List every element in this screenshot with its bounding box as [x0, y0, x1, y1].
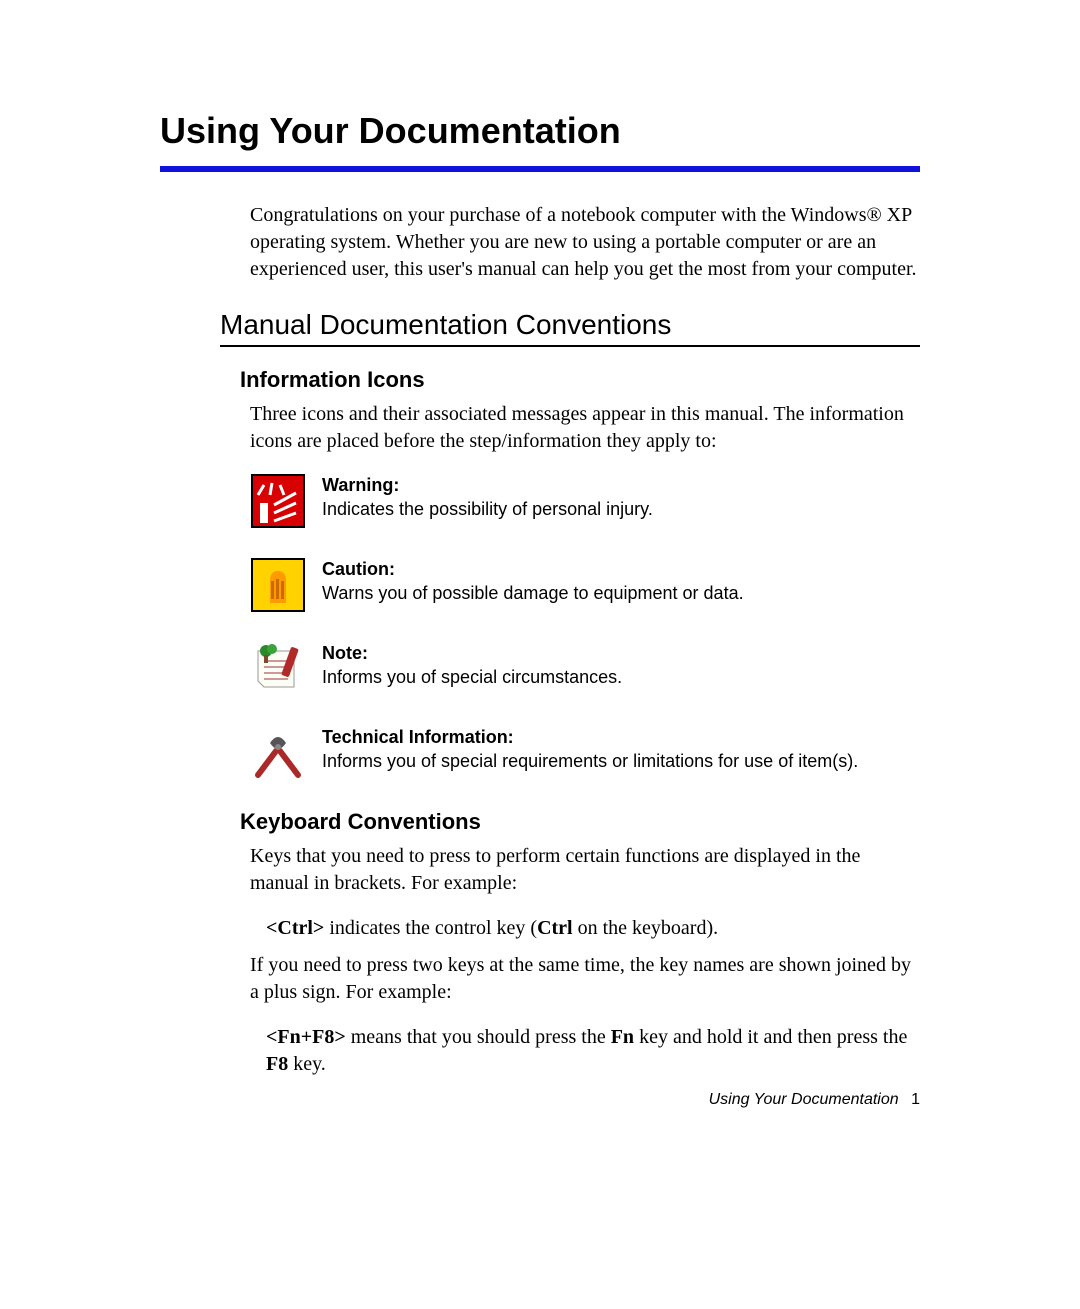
ex2-c: key and hold it and then press the — [634, 1026, 907, 1048]
warning-icon — [250, 473, 306, 529]
subsection-info-icons: Information Icons Three icons and their … — [240, 367, 920, 781]
section-title: Manual Documentation Conventions — [220, 309, 920, 341]
caution-text: Caution: Warns you of possible damage to… — [322, 557, 744, 606]
ex1-mid: indicates the control key ( — [324, 917, 537, 939]
page-footer: Using Your Documentation 1 — [709, 1091, 920, 1109]
ex1-bold: Ctrl — [537, 917, 573, 939]
note-desc: Informs you of special circumstances. — [322, 667, 622, 687]
subsection-keyboard: Keyboard Conventions Keys that you need … — [240, 809, 920, 1078]
ex2-d: F8 — [266, 1053, 288, 1075]
page: Using Your Documentation Congratulations… — [0, 0, 1080, 1309]
note-icon — [250, 641, 306, 697]
running-head: Using Your Documentation — [709, 1091, 899, 1108]
technical-icon — [250, 725, 306, 781]
section-conventions: Manual Documentation Conventions Informa… — [220, 309, 920, 1078]
keyboard-example-1: <Ctrl> indicates the control key (Ctrl o… — [266, 915, 920, 942]
ex2-e: key. — [288, 1053, 326, 1075]
technical-label: Technical Information: — [322, 727, 514, 747]
note-label: Note: — [322, 643, 368, 663]
section-rule — [220, 345, 920, 347]
ex2-key: <Fn+F8> — [266, 1026, 346, 1048]
intro-paragraph: Congratulations on your purchase of a no… — [250, 202, 920, 283]
chapter-title: Using Your Documentation — [160, 110, 920, 152]
technical-desc: Informs you of special requirements or l… — [322, 751, 858, 771]
sub-title-info-icons: Information Icons — [240, 367, 920, 393]
technical-text: Technical Information: Informs you of sp… — [322, 725, 858, 774]
warning-desc: Indicates the possibility of personal in… — [322, 499, 653, 519]
keyboard-example-2: <Fn+F8> means that you should press the … — [266, 1024, 920, 1078]
warning-text: Warning: Indicates the possibility of pe… — [322, 473, 653, 522]
caution-label: Caution: — [322, 559, 395, 579]
icon-row-warning: Warning: Indicates the possibility of pe… — [250, 473, 920, 529]
note-text: Note: Informs you of special circumstanc… — [322, 641, 622, 690]
warning-label: Warning: — [322, 475, 399, 495]
icon-row-caution: Caution: Warns you of possible damage to… — [250, 557, 920, 613]
info-icons-lead: Three icons and their associated message… — [250, 401, 920, 455]
caution-icon — [250, 557, 306, 613]
ex1-post: on the keyboard). — [573, 917, 719, 939]
keyboard-p1: Keys that you need to press to perform c… — [250, 843, 920, 897]
ex2-a: means that you should press the — [346, 1026, 611, 1048]
sub-title-keyboard: Keyboard Conventions — [240, 809, 920, 835]
ex1-key: <Ctrl> — [266, 917, 324, 939]
icon-row-technical: Technical Information: Informs you of sp… — [250, 725, 920, 781]
icon-row-note: Note: Informs you of special circumstanc… — [250, 641, 920, 697]
ex2-b: Fn — [611, 1026, 634, 1048]
page-number: 1 — [911, 1091, 920, 1108]
chapter-rule — [160, 166, 920, 172]
keyboard-p2: If you need to press two keys at the sam… — [250, 952, 920, 1006]
caution-desc: Warns you of possible damage to equipmen… — [322, 583, 744, 603]
